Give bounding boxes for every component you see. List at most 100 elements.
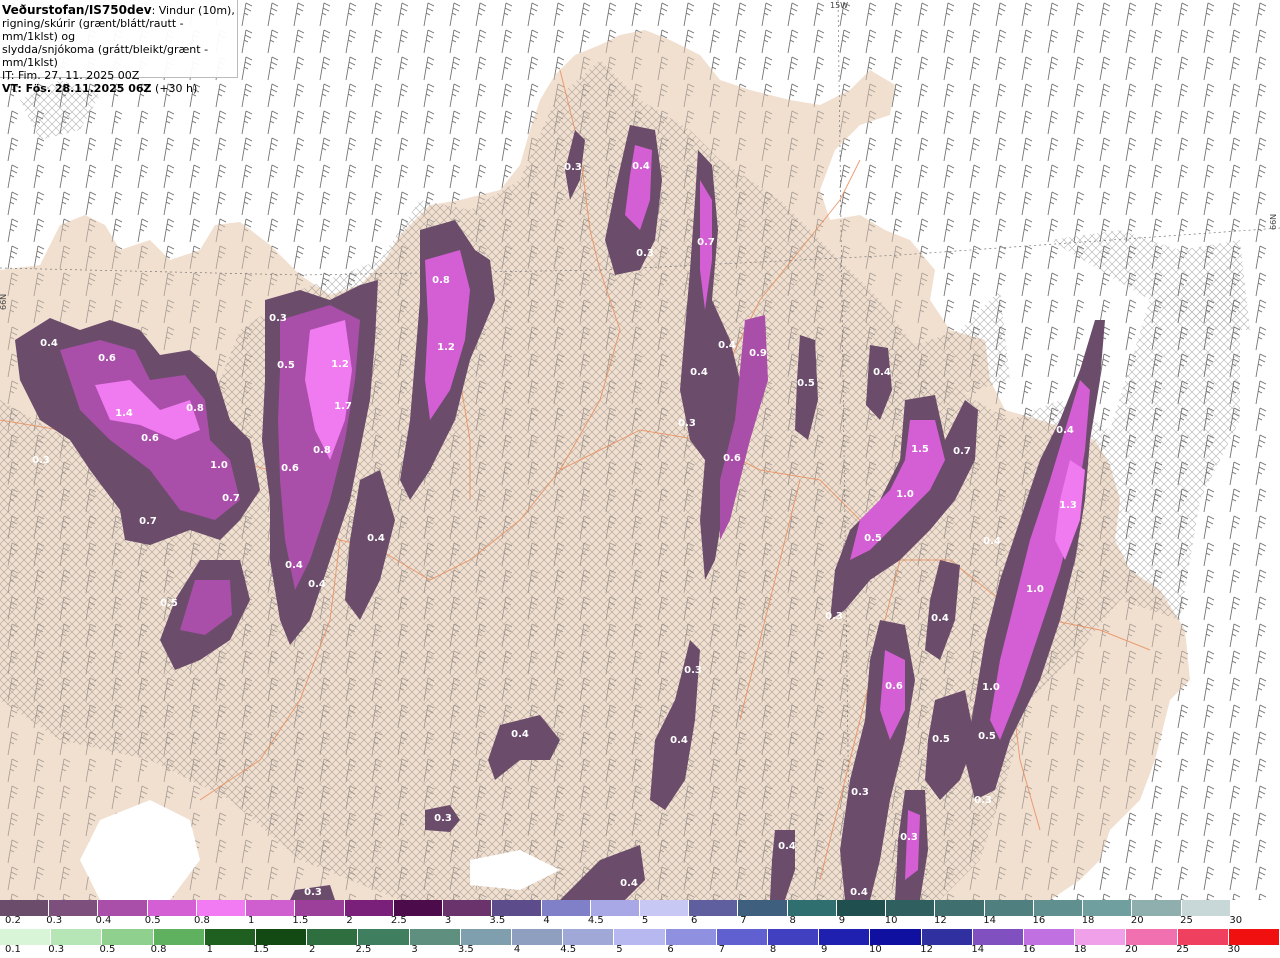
legend-color-swatch — [196, 900, 247, 916]
legend-tick-label: 16 — [1032, 915, 1046, 926]
legend-tick-label: 9 — [838, 915, 846, 926]
legend-color-swatch — [984, 900, 1034, 916]
precip-value-label: 0.4 — [40, 338, 58, 349]
precip-value-label: 0.5 — [797, 378, 815, 389]
legend-color-swatch — [768, 929, 820, 945]
legend-tick-label: 3 — [444, 915, 452, 926]
legend-color-swatch — [819, 929, 871, 945]
brand-title: Veðurstofan/IS750dev — [2, 3, 152, 17]
legend-color-swatch — [393, 900, 444, 916]
legend-color-swatch — [1024, 929, 1076, 945]
legend-tick-label: 14 — [983, 915, 996, 926]
legend-color-swatch — [1075, 929, 1127, 945]
legend-tick-label: 18 — [1081, 915, 1095, 926]
legend-color-swatch — [836, 900, 887, 916]
precip-value-label: 0.4 — [1056, 425, 1074, 436]
rain-legend-ticks: 0.1 0.3 0.5 0.8 1 1.5 2 2.5 3 3.5 4 4.5 5 6 7 8 9 10 12 14 1… — [0, 944, 1280, 958]
legend-tick-label: 14 — [971, 944, 985, 955]
precip-value-label: 0.4 — [983, 536, 1001, 547]
precip-value-label: 0.3 — [851, 787, 869, 798]
legend-tick-label: 3 — [411, 944, 418, 955]
precip-value-label: 0.6 — [723, 453, 741, 464]
legend-color-swatch — [443, 900, 493, 916]
legend-tick-label: 3.5 — [489, 915, 506, 926]
precip-value-label: 0.5 — [978, 731, 996, 742]
legend-color-swatch — [51, 929, 103, 945]
legend-tick-label: 18 — [1073, 944, 1087, 955]
precip-value-label: 1.5 — [911, 444, 929, 455]
lon-label: 15W — [830, 1, 848, 10]
lat-label-right: 66N — [1269, 214, 1278, 230]
legend-color-swatch — [921, 929, 973, 945]
legend-color-swatch — [1033, 900, 1084, 916]
precip-value-label: 0.7 — [697, 237, 715, 248]
legend-tick-label: 0.1 — [5, 944, 21, 955]
legend-color-swatch — [1181, 900, 1231, 916]
legend-tick-label: 12 — [934, 915, 947, 926]
precip-value-label: 0.4 — [511, 729, 529, 740]
legend-tick-label: 0.2 — [5, 915, 21, 926]
valid-time: VT: Fös. 28.11.2025 06Z — [2, 82, 152, 95]
precip-value-label: 0.4 — [367, 533, 385, 544]
legend-tick-label: 0.4 — [95, 915, 112, 926]
legend-color-swatch — [689, 900, 739, 916]
legend-color-swatch — [738, 900, 788, 916]
header-desc-3: slydda/snjókoma (grátt/bleikt/grænt - mm… — [2, 43, 209, 69]
precip-value-label: 0.9 — [749, 348, 767, 359]
legend-tick-label: 20 — [1130, 915, 1144, 926]
legend-color-swatch — [153, 929, 205, 945]
legend-color-swatch — [590, 900, 640, 916]
legend-color-swatch — [147, 900, 197, 916]
precip-value-label: 0.3 — [678, 418, 696, 429]
legend-color-swatch — [344, 900, 394, 916]
legend-tick-label: 7 — [740, 915, 747, 926]
legend-tick-label: 2 — [346, 915, 353, 926]
lat-label-left: 66N — [0, 294, 8, 310]
forecast-hour: (+30 h) — [151, 82, 198, 95]
precip-value-label: 0.4 — [718, 340, 736, 351]
precip-value-label: 1.2 — [437, 342, 455, 353]
precip-value-label: 0.3 — [825, 611, 843, 622]
legend-tick-label: 9 — [821, 944, 828, 955]
snow-legend-bar — [0, 900, 1280, 916]
precip-value-label: 1.4 — [115, 408, 133, 419]
legend-color-swatch — [972, 929, 1024, 945]
precip-value-label: 0.5 — [932, 734, 950, 745]
legend-tick-label: 5 — [616, 944, 623, 955]
precip-value-label: 0.4 — [285, 560, 303, 571]
weather-map[interactable]: 0.4 0.6 1.4 0.6 0.8 0.3 1.0 0.7 0.7 0.5 0.3 0.5 1.2 1… — [0, 0, 1280, 900]
legend-tick-label: 0.8 — [193, 915, 210, 926]
precip-value-label: 1.2 — [331, 359, 349, 370]
legend-tick-label: 2.5 — [355, 944, 372, 955]
legend-color-swatch — [0, 929, 52, 945]
precip-value-label: 0.8 — [432, 275, 450, 286]
legend-tick-label: 4.5 — [560, 944, 577, 955]
legend-tick-label: 1.5 — [253, 944, 269, 955]
legend-tick-label: 0.3 — [48, 944, 65, 955]
precip-value-label: 0.4 — [308, 579, 326, 590]
legend-tick-label: 25 — [1176, 944, 1189, 955]
precip-value-label: 1.7 — [334, 401, 352, 412]
rain-legend-bar — [0, 929, 1280, 945]
legend-tick-label: 25 — [1180, 915, 1193, 926]
precip-value-label: 0.4 — [931, 613, 949, 624]
legend-color-swatch — [886, 900, 936, 916]
legend-color-swatch — [0, 900, 50, 916]
legend-color-swatch — [49, 900, 99, 916]
precip-value-label: 0.7 — [139, 516, 157, 527]
legend-color-swatch — [256, 929, 308, 945]
precip-value-label: 0.3 — [974, 795, 992, 806]
legend-tick-label: 2.5 — [390, 915, 407, 926]
precip-value-label: 0.5 — [160, 598, 178, 609]
precip-value-label: 0.8 — [186, 403, 204, 414]
legend-tick-label: 1 — [206, 944, 213, 955]
legend-color-swatch — [563, 929, 615, 945]
legend-tick-label: 8 — [769, 944, 777, 955]
legend-color-swatch — [870, 929, 922, 945]
legend-color-swatch — [1083, 900, 1133, 916]
legend-color-swatch — [102, 929, 154, 945]
legend-tick-label: 1 — [247, 915, 255, 926]
precip-value-label: 0.3 — [434, 813, 452, 824]
legend-color-swatch — [204, 929, 256, 945]
legend-color-swatch — [295, 900, 345, 916]
